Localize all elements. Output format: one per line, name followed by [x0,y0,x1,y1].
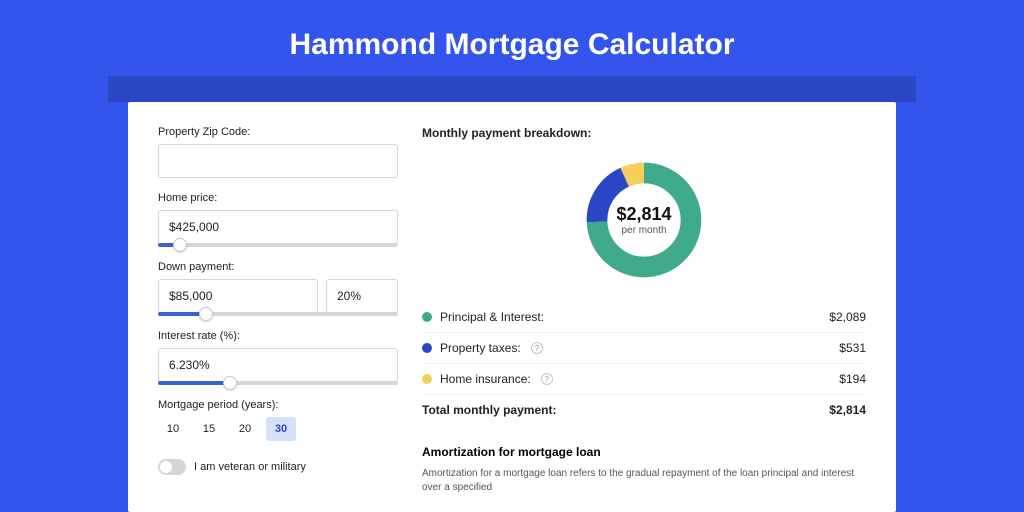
home-price-slider[interactable] [158,243,398,247]
interest-slider[interactable] [158,381,398,385]
donut-wrap: $2,814 per month [422,150,866,296]
amortization-title: Amortization for mortgage loan [422,445,866,459]
breakdown-total-value: $2,814 [829,403,866,417]
breakdown-value: $531 [839,341,866,355]
legend-swatch [422,312,432,322]
down-payment-slider[interactable] [158,312,398,316]
period-field-group: Mortgage period (years): 10152030 [158,399,398,441]
donut-chart: $2,814 per month [582,158,706,282]
zip-input[interactable] [158,144,398,178]
breakdown-row: Principal & Interest: $2,089 [422,302,866,333]
donut-amount: $2,814 [616,204,671,225]
period-option-30[interactable]: 30 [266,417,296,441]
header-accent-bar [108,76,916,102]
breakdown-panel: Monthly payment breakdown: $2,814 per mo… [422,126,866,502]
down-payment-pct-input[interactable] [326,279,398,313]
breakdown-label: Property taxes: [440,341,521,355]
breakdown-label: Principal & Interest: [440,310,544,324]
breakdown-value: $194 [839,372,866,386]
down-payment-field-group: Down payment: [158,261,398,316]
calculator-card: Property Zip Code: Home price: Down paym… [128,102,896,512]
breakdown-total-row: Total monthly payment: $2,814 [422,395,866,425]
donut-center: $2,814 per month [582,158,706,282]
veteran-toggle-row: I am veteran or military [158,459,398,475]
zip-label: Property Zip Code: [158,126,398,138]
form-panel: Property Zip Code: Home price: Down paym… [158,126,398,502]
interest-field-group: Interest rate (%): [158,330,398,385]
interest-slider-thumb[interactable] [223,376,237,390]
info-icon[interactable]: ? [531,342,543,354]
down-payment-slider-thumb[interactable] [199,307,213,321]
legend-swatch [422,374,432,384]
amortization-text: Amortization for a mortgage loan refers … [422,467,866,495]
legend-swatch [422,343,432,353]
veteran-toggle-knob [160,461,172,473]
period-label: Mortgage period (years): [158,399,398,411]
period-options: 10152030 [158,417,398,441]
veteran-toggle[interactable] [158,459,186,475]
breakdown-title: Monthly payment breakdown: [422,126,866,140]
breakdown-total-label: Total monthly payment: [422,403,556,417]
home-price-field-group: Home price: [158,192,398,247]
down-payment-label: Down payment: [158,261,398,273]
zip-field-group: Property Zip Code: [158,126,398,178]
breakdown-label: Home insurance: [440,372,531,386]
home-price-slider-thumb[interactable] [173,238,187,252]
home-price-input[interactable] [158,210,398,244]
interest-label: Interest rate (%): [158,330,398,342]
period-option-20[interactable]: 20 [230,417,260,441]
home-price-label: Home price: [158,192,398,204]
breakdown-row: Property taxes:? $531 [422,333,866,364]
down-payment-input[interactable] [158,279,318,313]
donut-sub: per month [621,225,666,236]
breakdown-list: Principal & Interest: $2,089 Property taxe… [422,302,866,425]
info-icon[interactable]: ? [541,373,553,385]
interest-input[interactable] [158,348,398,382]
breakdown-value: $2,089 [829,310,866,324]
veteran-label: I am veteran or military [194,461,306,473]
period-option-15[interactable]: 15 [194,417,224,441]
breakdown-row: Home insurance:? $194 [422,364,866,395]
interest-slider-fill [158,381,230,385]
page-title: Hammond Mortgage Calculator [0,0,1024,76]
period-option-10[interactable]: 10 [158,417,188,441]
